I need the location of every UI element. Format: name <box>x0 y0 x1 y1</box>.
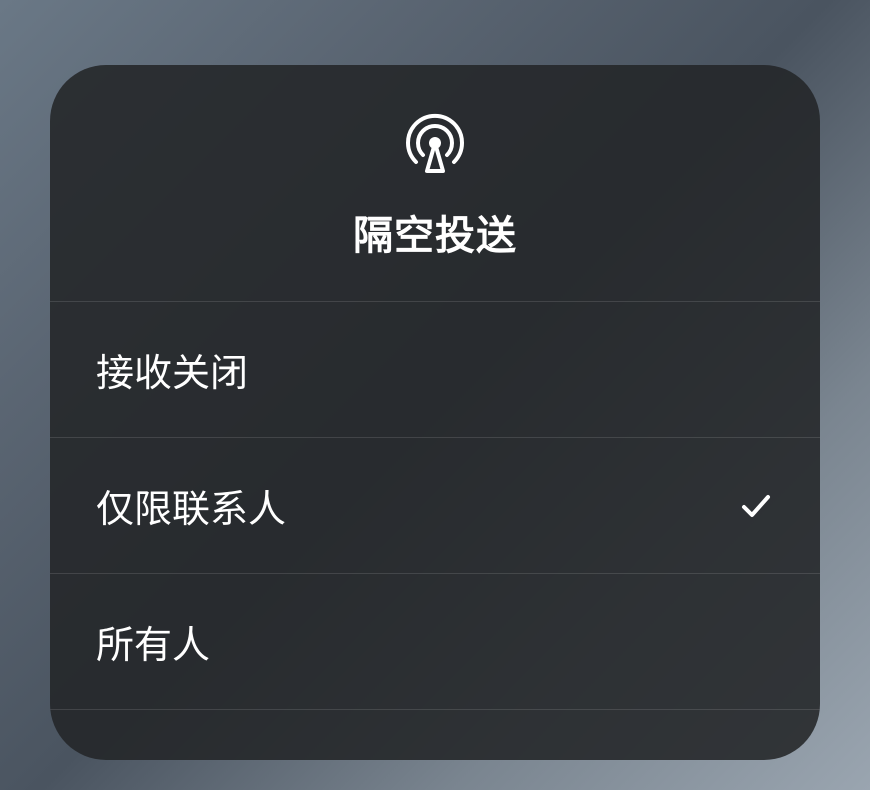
option-label: 所有人 <box>96 614 210 669</box>
option-contacts-only[interactable]: 仅限联系人 <box>50 438 820 574</box>
bottom-spacer <box>50 710 820 760</box>
option-everyone[interactable]: 所有人 <box>50 574 820 710</box>
option-receiving-off[interactable]: 接收关闭 <box>50 302 820 438</box>
option-label: 仅限联系人 <box>96 478 286 533</box>
airdrop-icon <box>405 113 465 173</box>
panel-title: 隔空投送 <box>353 203 517 261</box>
checkmark-icon <box>738 488 774 524</box>
panel-header: 隔空投送 <box>50 65 820 302</box>
airdrop-panel: 隔空投送 接收关闭 仅限联系人 所有人 <box>50 65 820 760</box>
option-label: 接收关闭 <box>96 342 248 397</box>
